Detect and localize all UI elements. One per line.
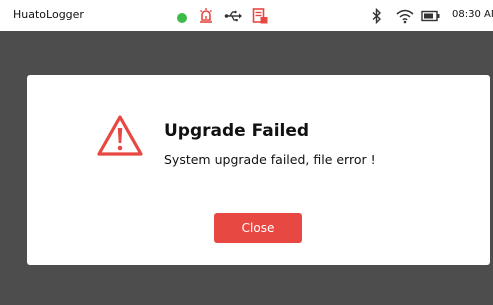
warning-icon: [95, 113, 145, 159]
dialog-message: System upgrade failed, file error !: [164, 152, 376, 167]
report-icon: [252, 8, 268, 24]
status-time: 08:30 AM: [452, 9, 493, 20]
usb-icon: [224, 8, 242, 24]
device-screen: HuatoLogger 08:30 A Upgrade Failed Syste…: [0, 0, 493, 305]
close-button[interactable]: Close: [214, 213, 302, 243]
error-dialog: Upgrade Failed System upgrade failed, fi…: [27, 75, 490, 265]
bluetooth-icon: [372, 7, 382, 25]
battery-icon: [421, 8, 441, 24]
app-name: HuatoLogger: [13, 8, 84, 21]
status-dot-icon: [177, 13, 187, 23]
wifi-icon: [396, 8, 414, 24]
alarm-icon: [199, 8, 213, 24]
dialog-title: Upgrade Failed: [164, 121, 310, 141]
status-bar: HuatoLogger 08:30 A: [0, 0, 493, 31]
